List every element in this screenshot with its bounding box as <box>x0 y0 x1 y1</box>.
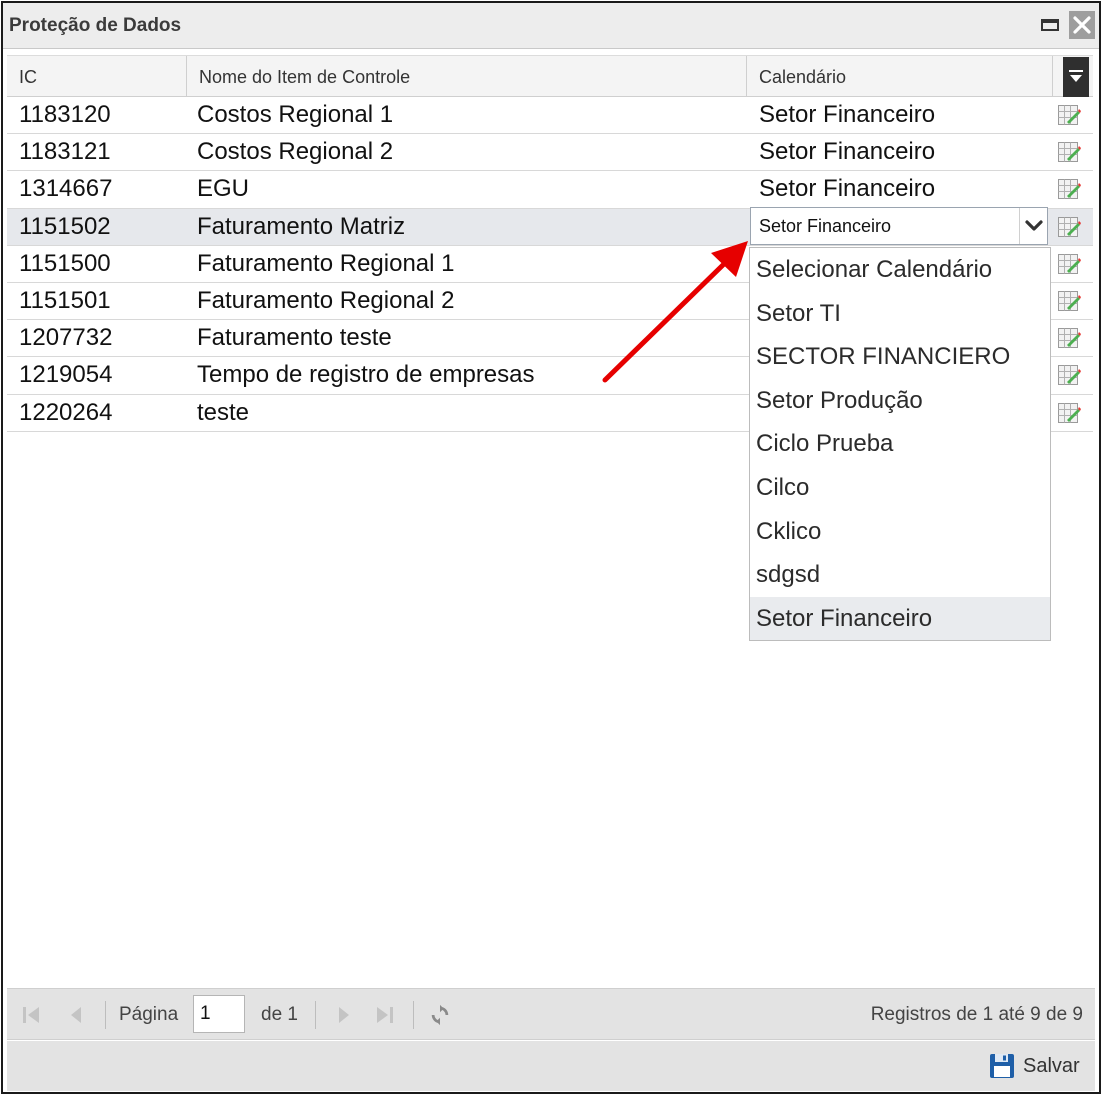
refresh-icon[interactable] <box>429 1003 451 1027</box>
cell-name: Costos Regional 1 <box>197 101 394 128</box>
dropdown-option[interactable]: Cilco <box>750 466 1050 510</box>
paging-toolbar: Página 1 de 1 Registros de 1 até 9 de 9 <box>7 988 1095 1040</box>
cell-name: Faturamento Matriz <box>197 212 406 240</box>
footer-toolbar: Salvar <box>7 1041 1095 1091</box>
annotation-arrow <box>602 241 748 383</box>
close-button[interactable] <box>1069 11 1095 39</box>
edit-grid-icon[interactable] <box>1057 140 1081 164</box>
cell-ic: 1219054 <box>19 361 113 389</box>
cell-name: Faturamento teste <box>197 324 392 352</box>
edit-grid-icon[interactable] <box>1057 326 1081 350</box>
window: Proteção de Dados IC Nome do Item de Con… <box>1 1 1101 1094</box>
column-menu-button[interactable] <box>1063 57 1089 97</box>
table-row[interactable]: 1183120 Costos Regional 1 Setor Financei… <box>7 97 1093 135</box>
column-header-ic[interactable]: IC <box>7 56 187 97</box>
dropdown-arrow-icon <box>1070 75 1082 82</box>
close-icon <box>1073 16 1091 34</box>
edit-grid-icon[interactable] <box>1057 103 1081 127</box>
page-number-input[interactable]: 1 <box>193 995 245 1033</box>
edit-grid-icon[interactable] <box>1057 215 1081 239</box>
cell-ic: 1151500 <box>19 249 111 277</box>
last-page-icon[interactable] <box>373 1003 395 1027</box>
cell-name: EGU <box>197 175 250 203</box>
edit-grid-icon[interactable] <box>1057 289 1081 313</box>
cell-name: Costos Regional 2 <box>197 138 394 166</box>
combobox-trigger[interactable] <box>1019 208 1047 244</box>
dropdown-option[interactable]: Setor TI <box>750 292 1050 336</box>
edit-grid-icon[interactable] <box>1057 401 1081 425</box>
cell-calendar[interactable]: Setor Financeiro <box>759 97 935 133</box>
next-page-icon[interactable] <box>333 1003 355 1027</box>
records-count: Registros de 1 até 9 de 9 <box>870 1004 1083 1025</box>
page-count-label: de 1 <box>261 1004 298 1025</box>
dropdown-option-highlighted[interactable]: Setor Financeiro <box>750 596 1050 641</box>
save-button[interactable]: Salvar <box>989 1051 1085 1081</box>
cell-ic: 1314667 <box>19 175 113 203</box>
chevron-down-icon <box>1025 220 1043 231</box>
cell-ic: 1183121 <box>19 138 111 166</box>
title-bar: Proteção de Dados <box>3 3 1099 49</box>
maximize-icon <box>1041 19 1059 31</box>
column-header-name[interactable]: Nome do Item de Controle <box>187 56 747 97</box>
save-label: Salvar <box>1023 1055 1080 1077</box>
window-title: Proteção de Dados <box>9 15 182 36</box>
table-row[interactable]: 1314667 EGU Setor Financeiro <box>7 171 1093 209</box>
cell-name: Faturamento Regional 1 <box>197 249 455 277</box>
dropdown-option[interactable]: Cklico <box>750 510 1050 554</box>
column-header-calendar[interactable]: Calendário <box>747 56 1053 97</box>
maximize-button[interactable] <box>1037 11 1063 39</box>
cell-name: Tempo de registro de empresas <box>197 361 535 389</box>
cell-ic: 1151502 <box>19 212 111 240</box>
edit-grid-icon[interactable] <box>1057 252 1081 276</box>
dropdown-option[interactable]: Setor Produção <box>750 379 1050 423</box>
first-page-icon[interactable] <box>21 1003 43 1027</box>
calendar-dropdown-list: Selecionar Calendário Setor TI SECTOR FI… <box>749 247 1051 641</box>
cell-calendar[interactable]: Setor Financeiro <box>759 134 935 170</box>
calendar-combobox-value: Setor Financeiro <box>759 216 892 236</box>
cell-calendar[interactable]: Setor Financeiro <box>759 171 935 207</box>
calendar-combobox[interactable]: Setor Financeiro <box>750 207 1048 245</box>
dropdown-option[interactable]: SECTOR FINANCIERO <box>750 335 1050 379</box>
cell-ic: 1207732 <box>19 324 113 352</box>
edit-grid-icon[interactable] <box>1057 363 1081 387</box>
previous-page-icon[interactable] <box>65 1003 87 1027</box>
edit-grid-icon[interactable] <box>1057 177 1081 201</box>
grid-header: IC Nome do Item de Controle Calendário <box>7 55 1093 97</box>
floppy-disk-icon <box>990 1054 1014 1078</box>
dropdown-option[interactable]: Ciclo Prueba <box>750 422 1050 466</box>
cell-name: teste <box>197 398 250 426</box>
dropdown-option[interactable]: Selecionar Calendário <box>750 248 1050 292</box>
cell-ic: 1151501 <box>19 286 111 314</box>
data-grid: IC Nome do Item de Controle Calendário 1… <box>7 55 1095 985</box>
cell-ic: 1220264 <box>19 398 113 426</box>
cell-name: Faturamento Regional 2 <box>197 286 455 314</box>
dropdown-option[interactable]: sdgsd <box>750 553 1050 597</box>
cell-ic: 1183120 <box>19 101 111 128</box>
table-row[interactable]: 1183121 Costos Regional 2 Setor Financei… <box>7 134 1093 172</box>
page-label: Página <box>119 1004 179 1025</box>
